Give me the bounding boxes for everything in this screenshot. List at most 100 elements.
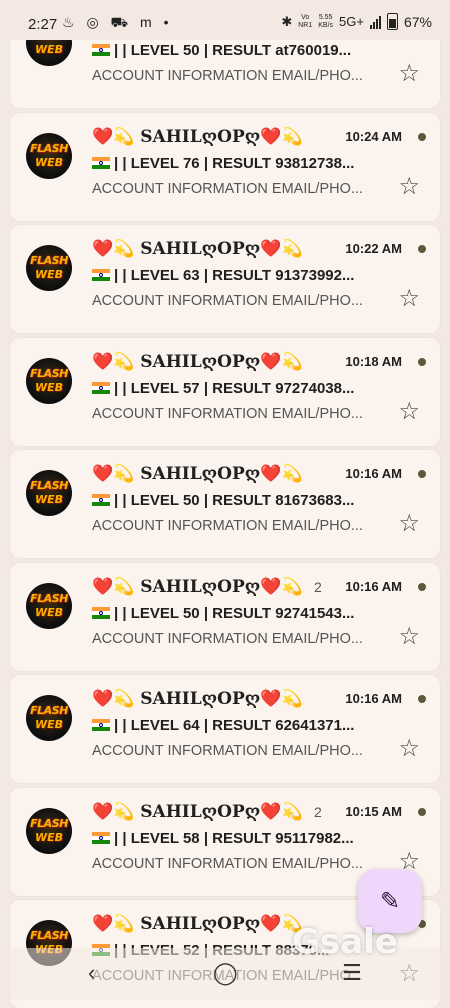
network-type: 5G+ <box>339 14 364 29</box>
india-flag-icon <box>92 269 110 281</box>
email-subject: | | LEVEL 50 | RESULT 81673683... <box>92 492 392 509</box>
avatar-text-flash: FLASH <box>30 367 68 380</box>
india-flag-icon <box>92 719 110 731</box>
star-icon[interactable]: ☆ <box>398 512 420 536</box>
sender-name: ❤️💫 SAHILღOPღ❤️💫 <box>92 577 303 597</box>
sender-name: ❤️💫 SAHILღOPღ❤️💫 <box>92 914 303 934</box>
unread-dot <box>418 245 426 253</box>
star-icon[interactable]: ☆ <box>398 62 420 86</box>
avatar-text-web: WEB <box>34 381 64 394</box>
signal-icon <box>369 15 381 29</box>
sender-avatar[interactable]: FLASH WEB <box>26 133 72 179</box>
email-subject-text: | | LEVEL 76 | RESULT 93812738... <box>114 155 355 172</box>
email-time: 10:24 AM <box>345 129 402 144</box>
india-flag-icon <box>92 157 110 169</box>
email-preview: ACCOUNT INFORMATION EMAIL/PHO... <box>92 856 363 872</box>
sender-name: ❤️💫 SAHILღOPღ❤️💫 <box>92 352 303 372</box>
avatar-text-web: WEB <box>34 606 64 619</box>
email-subject: | | LEVEL 50 | RESULT 92741543... <box>92 605 392 622</box>
unread-dot <box>418 133 426 141</box>
sender-avatar[interactable]: FLASH WEB <box>26 808 72 854</box>
star-icon[interactable]: ☆ <box>398 400 420 424</box>
avatar-text-web: WEB <box>34 268 64 281</box>
avatar-text-flash: FLASH <box>30 817 68 830</box>
email-row[interactable]: FLASH WEB ❤️💫 SAHILღOPღ❤️💫 10:18 AM | | … <box>10 338 440 446</box>
email-time: 10:16 AM <box>345 466 402 481</box>
unread-dot <box>418 695 426 703</box>
email-preview: ACCOUNT INFORMATION EMAIL/PHO... <box>92 68 363 84</box>
email-subject: | | LEVEL 58 | RESULT 95117982... <box>92 830 392 847</box>
thread-count: 2 <box>314 804 322 820</box>
status-bar: 2:27 ♨ ◎ ⛟ m • ✱ Vo NR1 5.55 KB/s 5G+ 67% <box>0 0 450 40</box>
battery-icon <box>386 13 398 30</box>
avatar-text-flash: FLASH <box>30 704 68 717</box>
email-preview: ACCOUNT INFORMATION EMAIL/PHO... <box>92 518 363 534</box>
unread-dot <box>418 358 426 366</box>
avatar-text-web: WEB <box>34 43 64 56</box>
sender-avatar[interactable]: FLASH WEB <box>26 470 72 516</box>
network-speed: 5.55 KB/s <box>318 13 334 29</box>
avatar-text-web: WEB <box>34 156 64 169</box>
email-preview: ACCOUNT INFORMATION EMAIL/PHO... <box>92 181 363 197</box>
bluetooth-icon: ✱ <box>281 13 293 29</box>
email-time: 10:16 AM <box>345 691 402 706</box>
recents-icon[interactable]: ☰ <box>342 960 362 986</box>
unread-dot <box>418 470 426 478</box>
email-subject-text: | | LEVEL 57 | RESULT 97274038... <box>114 380 355 397</box>
home-icon[interactable]: ◯ <box>213 960 238 986</box>
unread-dot <box>418 583 426 591</box>
email-row[interactable]: FLASH WEB ❤️💫 SAHILღOPღ❤️💫 2 10:16 AM | … <box>10 563 440 671</box>
email-row[interactable]: FLASH WEB ❤️💫 SAHILღOPღ❤️💫 10:16 AM | | … <box>10 675 440 783</box>
status-time: 2:27 <box>28 16 58 33</box>
email-time: 10:16 AM <box>345 579 402 594</box>
unread-dot <box>418 808 426 816</box>
email-preview: ACCOUNT INFORMATION EMAIL/PHO... <box>92 743 363 759</box>
sender-avatar[interactable]: FLASH WEB <box>26 358 72 404</box>
email-preview: ACCOUNT INFORMATION EMAIL/PHO... <box>92 406 363 422</box>
email-row[interactable]: FLASH WEB ❤️💫 SAHILღOPღ❤️💫 10:22 AM | | … <box>10 225 440 333</box>
email-preview: ACCOUNT INFORMATION EMAIL/PHO... <box>92 631 363 647</box>
india-flag-icon <box>92 382 110 394</box>
volte-label: Vo NR1 <box>298 13 313 29</box>
email-subject: | | LEVEL 50 | RESULT at760019... <box>92 42 392 59</box>
email-subject-text: | | LEVEL 50 | RESULT 92741543... <box>114 605 355 622</box>
avatar-text-flash: FLASH <box>30 254 68 267</box>
status-right: ✱ Vo NR1 5.55 KB/s 5G+ 67% <box>281 13 432 30</box>
star-icon[interactable]: ☆ <box>398 287 420 311</box>
email-subject-text: | | LEVEL 63 | RESULT 91373992... <box>114 267 355 284</box>
india-flag-icon <box>92 494 110 506</box>
star-icon[interactable]: ☆ <box>398 737 420 761</box>
india-flag-icon <box>92 607 110 619</box>
sender-avatar[interactable]: FLASH WEB <box>26 695 72 741</box>
email-subject: | | LEVEL 64 | RESULT 62641371... <box>92 717 392 734</box>
sender-avatar[interactable]: FLASH WEB <box>26 583 72 629</box>
email-time: 10:18 AM <box>345 354 402 369</box>
avatar-text-flash: FLASH <box>30 479 68 492</box>
notification-icons: ♨ ◎ ⛟ m • <box>62 14 173 30</box>
email-subject: | | LEVEL 57 | RESULT 97274038... <box>92 380 392 397</box>
email-subject-text: | | LEVEL 64 | RESULT 62641371... <box>114 717 355 734</box>
avatar-text-web: WEB <box>34 718 64 731</box>
email-time: 10:15 AM <box>345 804 402 819</box>
avatar-text-flash: FLASH <box>30 592 68 605</box>
avatar-text-web: WEB <box>34 493 64 506</box>
email-row[interactable]: FLASH WEB ❤️💫 SAHILღOPღ❤️💫 10:16 AM | | … <box>10 450 440 558</box>
india-flag-icon <box>92 44 110 56</box>
sender-name: ❤️💫 SAHILღOPღ❤️💫 <box>92 464 303 484</box>
sender-name: ❤️💫 SAHILღOPღ❤️💫 <box>92 802 303 822</box>
email-subject-text: | | LEVEL 50 | RESULT 81673683... <box>114 492 355 509</box>
thread-count: 2 <box>314 579 322 595</box>
india-flag-icon <box>92 832 110 844</box>
email-row[interactable]: FLASH WEB ❤️💫 SAHILღOPღ❤️💫 10:24 AM | | … <box>10 113 440 221</box>
battery-percent: 67% <box>403 13 432 30</box>
back-icon[interactable]: ‹ <box>88 960 95 986</box>
sender-name: ❤️💫 SAHILღOPღ❤️💫 <box>92 689 303 709</box>
pencil-icon: ✎ <box>379 887 401 915</box>
sender-avatar[interactable]: FLASH WEB <box>26 245 72 291</box>
star-icon[interactable]: ☆ <box>398 175 420 199</box>
star-icon[interactable]: ☆ <box>398 625 420 649</box>
avatar-text-flash: FLASH <box>30 142 68 155</box>
sender-name: ❤️💫 SAHILღOPღ❤️💫 <box>92 127 303 147</box>
email-preview: ACCOUNT INFORMATION EMAIL/PHO... <box>92 293 363 309</box>
email-subject: | | LEVEL 63 | RESULT 91373992... <box>92 267 392 284</box>
